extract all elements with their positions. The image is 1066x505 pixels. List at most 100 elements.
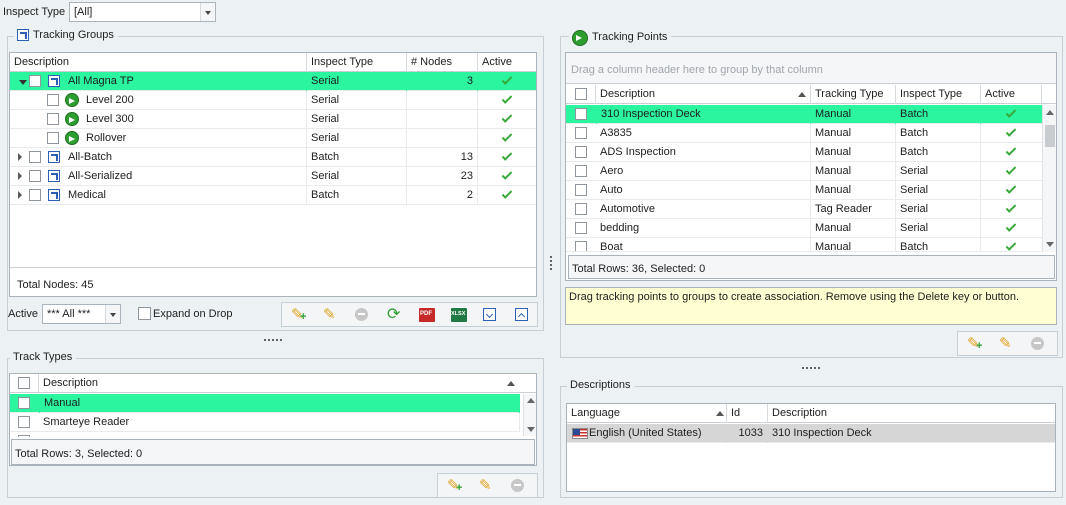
row-checkbox[interactable] [29,75,41,87]
inspect-type-combo[interactable]: [All] [69,2,216,22]
add-tracking-point-button[interactable] [964,334,986,354]
scroll-down-icon[interactable] [527,427,535,432]
expand-all-button[interactable] [480,305,502,325]
column-header-active[interactable]: Active [478,53,536,72]
row-checkbox[interactable] [575,222,587,234]
column-header-description[interactable]: Description [39,374,524,393]
row-checkbox[interactable] [47,94,59,106]
add-track-type-button[interactable] [444,476,466,496]
list-item[interactable] [10,432,520,437]
row-checkbox[interactable] [575,203,587,215]
delete-tracking-point-button[interactable] [1028,334,1050,354]
table-row[interactable]: Level 300 Serial [10,110,536,129]
active-filter-combo[interactable]: *** All *** [42,304,121,324]
cell-nodes [407,91,478,110]
export-pdf-button[interactable] [416,305,438,325]
row-checkbox[interactable] [575,146,587,158]
column-header-description[interactable]: Description [596,85,811,104]
row-checkbox[interactable] [575,241,587,251]
cell-tracking-type: Manual [811,181,896,200]
descriptions-grid[interactable]: Language Id Description English (United … [566,403,1056,492]
row-checkbox[interactable] [18,435,30,437]
column-header-language[interactable]: Language [567,404,727,423]
checkmark-icon [1005,240,1017,251]
table-row[interactable]: All Magna TP Serial 3 [10,72,536,91]
edit-group-button[interactable] [320,305,342,325]
row-checkbox[interactable] [47,113,59,125]
vertical-scrollbar[interactable] [1042,105,1056,252]
table-row[interactable]: Boat Manual Batch [566,238,1042,252]
table-row[interactable]: English (United States) 1033 310 Inspect… [567,424,1055,443]
tracking-groups-grid[interactable]: Description Inspect Type # Nodes Active … [9,52,537,297]
delete-track-type-button[interactable] [508,476,530,496]
column-header-description[interactable]: Description [10,53,307,72]
scrollbar-thumb[interactable] [1045,125,1055,147]
collapse-all-button[interactable] [512,305,534,325]
table-row[interactable]: Medical Batch 2 [10,186,536,205]
edit-track-type-button[interactable] [476,476,498,496]
row-checkbox[interactable] [575,108,587,120]
sort-ascending-icon [716,411,724,416]
table-row[interactable]: Auto Manual Serial [566,181,1042,200]
table-row[interactable]: A3835 Manual Batch [566,124,1042,143]
column-header-nodes[interactable]: # Nodes [407,53,478,72]
group-icon [48,151,60,163]
row-checkbox[interactable] [29,151,41,163]
row-checkbox[interactable] [47,132,59,144]
track-types-grid[interactable]: Description Manual Smarteye Reader Total… [9,373,537,466]
scroll-down-icon[interactable] [1046,242,1054,247]
column-header-description[interactable]: Description [768,404,1055,423]
column-header-inspect-type[interactable]: Inspect Type [896,85,981,104]
select-all-checkbox[interactable] [575,88,587,100]
column-header-tracking-type[interactable]: Tracking Type [811,85,896,104]
chevron-down-icon[interactable] [105,305,120,323]
expand-icon[interactable] [18,153,22,161]
table-row[interactable]: Aero Manual Serial [566,162,1042,181]
row-checkbox[interactable] [18,416,30,428]
table-row[interactable]: 310 Inspection Deck Manual Batch [566,105,1042,124]
list-item[interactable]: Smarteye Reader [10,413,520,432]
table-row[interactable]: Level 200 Serial [10,91,536,110]
track-types-header: Track Types [10,351,77,363]
horizontal-splitter[interactable] [801,366,821,370]
row-checkbox[interactable] [29,170,41,182]
table-row[interactable]: Rollover Serial [10,129,536,148]
tracking-points-grid[interactable]: Drag a column header here to group by th… [565,52,1057,281]
export-xlsx-button[interactable] [448,305,470,325]
collapse-icon[interactable] [19,80,27,85]
table-row[interactable]: All-Batch Batch 13 [10,148,536,167]
scroll-up-icon[interactable] [527,398,535,403]
column-header-active[interactable]: Active [981,85,1042,104]
cell-nodes: 2 [407,186,478,205]
row-checkbox[interactable] [29,189,41,201]
vertical-splitter[interactable] [549,255,553,271]
refresh-button[interactable] [384,304,406,325]
group-by-panel[interactable]: Drag a column header here to group by th… [566,53,1056,84]
chevron-down-icon[interactable] [200,3,215,21]
expand-icon[interactable] [18,191,22,199]
add-group-button[interactable] [288,305,310,325]
horizontal-splitter[interactable] [263,338,283,342]
edit-tracking-point-button[interactable] [996,334,1018,354]
scroll-up-icon[interactable] [1046,110,1054,115]
table-row[interactable]: bedding Manual Serial [566,219,1042,238]
row-checkbox[interactable] [575,184,587,196]
column-header-id[interactable]: Id [727,404,768,423]
expand-on-drop-checkbox[interactable] [138,307,151,320]
list-item[interactable]: Manual [10,394,520,413]
select-all-header[interactable] [10,374,39,393]
delete-group-button[interactable] [352,305,374,325]
select-all-checkbox[interactable] [18,377,30,389]
cell-inspect-type: Serial [307,91,407,110]
table-row[interactable]: ADS Inspection Manual Batch [566,143,1042,162]
expand-icon[interactable] [18,172,22,180]
row-checkbox[interactable] [18,397,30,409]
table-row[interactable]: Automotive Tag Reader Serial [566,200,1042,219]
row-checkbox[interactable] [575,165,587,177]
vertical-scrollbar[interactable] [523,394,536,436]
sort-ascending-icon [507,381,515,386]
select-all-header[interactable] [566,85,596,104]
table-row[interactable]: All-Serialized Serial 23 [10,167,536,186]
row-checkbox[interactable] [575,127,587,139]
column-header-inspect-type[interactable]: Inspect Type [307,53,407,72]
